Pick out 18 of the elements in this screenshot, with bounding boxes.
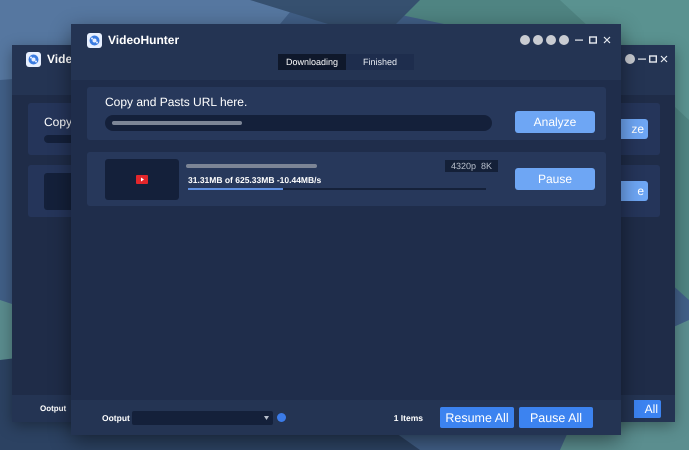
window-title: VideoHunter <box>108 33 180 47</box>
url-label: Copy <box>44 115 74 129</box>
tab[interactable]: Downloading <box>278 54 346 70</box>
analyze-button[interactable]: ze <box>618 119 648 139</box>
window-title: Vide <box>47 52 72 67</box>
output-label: Ootput <box>40 404 66 413</box>
quality-badge: 4320p 8K <box>444 160 498 172</box>
item-count: 1 Items <box>394 412 423 422</box>
resume-all-button[interactable]: Resume All <box>440 407 514 428</box>
output-label: Ootput <box>102 412 130 422</box>
pause-button[interactable]: e <box>618 181 648 201</box>
pause-button[interactable]: Pause <box>515 168 595 190</box>
progress-text: 31.31MB of 625.33MB -10.44MB/s <box>187 175 322 185</box>
url-label: Copy and Pasts URL here. <box>105 95 248 109</box>
pause-all-button[interactable]: Pause All <box>519 407 593 428</box>
tab[interactable]: Finished <box>346 54 414 70</box>
pause-all-button[interactable]: All <box>634 400 661 418</box>
analyze-button[interactable]: Analyze <box>515 111 595 133</box>
